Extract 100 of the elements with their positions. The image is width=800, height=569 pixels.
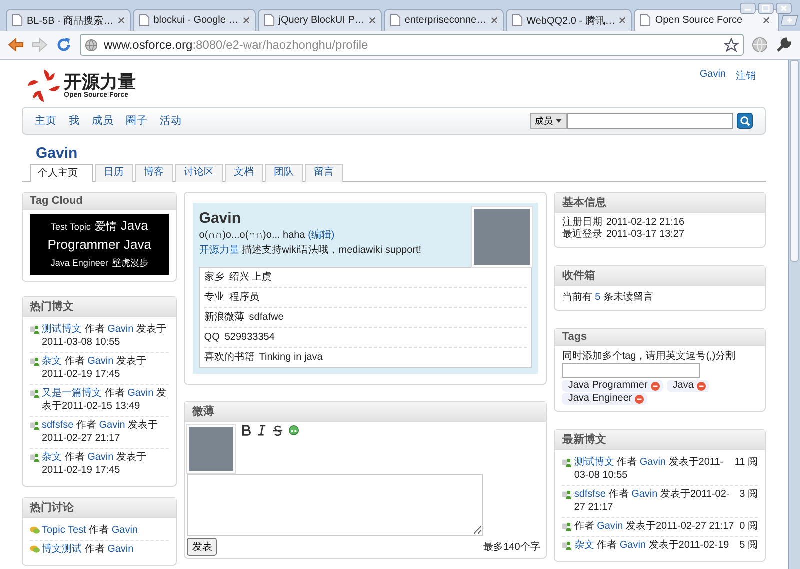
- profile-tab[interactable]: 讨论区: [175, 164, 223, 182]
- new-tab-icon[interactable]: [780, 14, 800, 27]
- scrollbar[interactable]: [788, 60, 800, 569]
- author-link[interactable]: Gavin: [128, 388, 154, 399]
- author-link[interactable]: Gavin: [640, 457, 666, 468]
- profile-tab[interactable]: 留言: [305, 164, 343, 182]
- post-icon: [30, 421, 40, 430]
- nav-link[interactable]: 我: [69, 114, 80, 128]
- star-icon[interactable]: [724, 38, 739, 52]
- close-icon[interactable]: [490, 17, 498, 24]
- author-link[interactable]: Gavin: [88, 452, 114, 463]
- post-title-link[interactable]: 测试博文: [42, 324, 82, 335]
- author-link[interactable]: Gavin: [108, 324, 134, 335]
- panel-title: 基本信息: [555, 193, 765, 213]
- smiley-icon[interactable]: [289, 425, 300, 436]
- profile-tab[interactable]: 日历: [95, 164, 133, 182]
- search-field[interactable]: [567, 113, 733, 129]
- post-title-link[interactable]: 杂文: [42, 452, 62, 463]
- profile-tab[interactable]: 文档: [225, 164, 263, 182]
- nav-link[interactable]: 活动: [160, 114, 182, 128]
- post-entry: 杂文 作者 Gavin 发表于2011-02-19 17:45: [42, 355, 148, 381]
- profile-name: Gavin: [35, 144, 79, 162]
- remove-icon[interactable]: [696, 382, 706, 390]
- unread-count-link[interactable]: 5: [595, 292, 601, 303]
- nav-link[interactable]: 圈子: [126, 114, 148, 128]
- speech-bubbles-icon: [30, 526, 40, 535]
- post-entry: sdfsfse 作者 Gavin 发表于2011-02-27 21:17: [42, 419, 160, 445]
- post-title-link[interactable]: sdfsfse: [42, 420, 74, 431]
- post-title-link[interactable]: 又是一篇博文: [42, 388, 102, 399]
- browser-tab[interactable]: WebQQ2.0 - 腾讯…: [506, 9, 632, 31]
- bold-icon[interactable]: [241, 425, 252, 436]
- post-title-link[interactable]: 杂文: [574, 540, 598, 551]
- maximize-icon[interactable]: [758, 3, 774, 14]
- info-label: 专业: [204, 290, 224, 305]
- user-link[interactable]: 注销: [736, 69, 756, 107]
- author-link[interactable]: Gavin: [620, 540, 646, 551]
- search-scope-dropdown[interactable]: 成员: [530, 113, 567, 129]
- italic-icon[interactable]: [257, 425, 268, 436]
- cloud-tag[interactable]: 壁虎漫步: [112, 255, 148, 272]
- close-icon[interactable]: [368, 17, 376, 24]
- close-icon[interactable]: [118, 17, 125, 24]
- back-icon[interactable]: [8, 37, 24, 53]
- author-link[interactable]: Gavin: [99, 420, 126, 431]
- info-value: 2011-02-12 21:16: [606, 217, 685, 229]
- author-link[interactable]: Gavin: [597, 521, 624, 532]
- speech-bubbles-icon: [30, 545, 40, 554]
- edit-link[interactable]: (编辑): [308, 230, 335, 241]
- site-link[interactable]: 开源力量: [199, 245, 240, 256]
- post-title-link[interactable]: sdfsfse: [574, 489, 609, 500]
- topic-link[interactable]: Topic Test: [42, 525, 86, 536]
- cloud-tag[interactable]: Test Topic: [50, 219, 91, 236]
- post-icon: [30, 325, 40, 334]
- info-value: 程序员: [229, 290, 260, 305]
- strikethrough-icon[interactable]: [273, 425, 284, 436]
- user-link[interactable]: Gavin: [700, 69, 726, 107]
- search-button[interactable]: [737, 113, 753, 129]
- nav-link[interactable]: 成员: [92, 114, 114, 128]
- remove-icon[interactable]: [635, 394, 644, 404]
- minimize-icon[interactable]: [740, 3, 756, 14]
- reload-icon[interactable]: [56, 37, 72, 53]
- close-icon[interactable]: [619, 17, 626, 24]
- browser-tab[interactable]: blockui - Google …: [132, 9, 256, 31]
- globe-icon[interactable]: [752, 37, 768, 53]
- browser-tab[interactable]: jQuery BlockUI P…: [258, 9, 382, 31]
- cloud-tag[interactable]: Programmer: [48, 236, 120, 253]
- profile-tab[interactable]: 团队: [265, 164, 303, 182]
- post-title-link[interactable]: 测试博文: [574, 457, 618, 468]
- browser-tab[interactable]: Open Source Force: [634, 9, 779, 31]
- tag-input-field[interactable]: [562, 363, 700, 378]
- profile-tab[interactable]: 博客: [135, 164, 173, 182]
- cloud-tag[interactable]: Java Engineer: [50, 255, 108, 272]
- address-bar[interactable]: www.osforce.org:8080/e2-war/haozhonghu/profile: [80, 34, 744, 56]
- author-link[interactable]: Gavin: [88, 356, 114, 367]
- panel-title: 微薄: [185, 402, 546, 422]
- cloud-tag[interactable]: Java: [124, 236, 152, 253]
- author-link[interactable]: Gavin: [632, 489, 658, 500]
- info-value: 绍兴 上虞: [229, 270, 272, 285]
- submit-button[interactable]: 发表: [187, 538, 218, 556]
- author-link[interactable]: Gavin: [108, 544, 134, 555]
- info-label: 喜欢的书籍: [204, 350, 254, 365]
- browser-tab[interactable]: enterpriseconne…: [384, 9, 504, 31]
- post-entry: 又是一篇博文 作者 Gavin 发表于2011-02-15 13:49: [42, 387, 168, 413]
- close-icon[interactable]: [762, 17, 770, 24]
- browser-tab[interactable]: BL-5B - 商品搜索…: [6, 9, 131, 31]
- nav-link[interactable]: 主页: [35, 114, 57, 128]
- post-icon: [562, 541, 572, 550]
- profile-tab[interactable]: 个人主页: [30, 164, 93, 182]
- author-link[interactable]: Gavin: [112, 525, 138, 536]
- remove-icon[interactable]: [650, 382, 660, 390]
- topic-entry: Topic Test 作者 Gavin: [42, 524, 139, 537]
- wrench-icon[interactable]: [776, 37, 792, 53]
- post-icon: [562, 522, 572, 531]
- close-icon[interactable]: [242, 17, 250, 24]
- close-icon[interactable]: [776, 3, 792, 14]
- topic-link[interactable]: 博文测试: [42, 544, 82, 555]
- read-count: 5 阅: [740, 539, 758, 552]
- tag-label: Java Programmer: [568, 380, 648, 392]
- cloud-tag[interactable]: Java: [120, 217, 148, 234]
- post-title-link[interactable]: 杂文: [42, 356, 62, 367]
- cloud-tag[interactable]: 爱情: [94, 219, 117, 236]
